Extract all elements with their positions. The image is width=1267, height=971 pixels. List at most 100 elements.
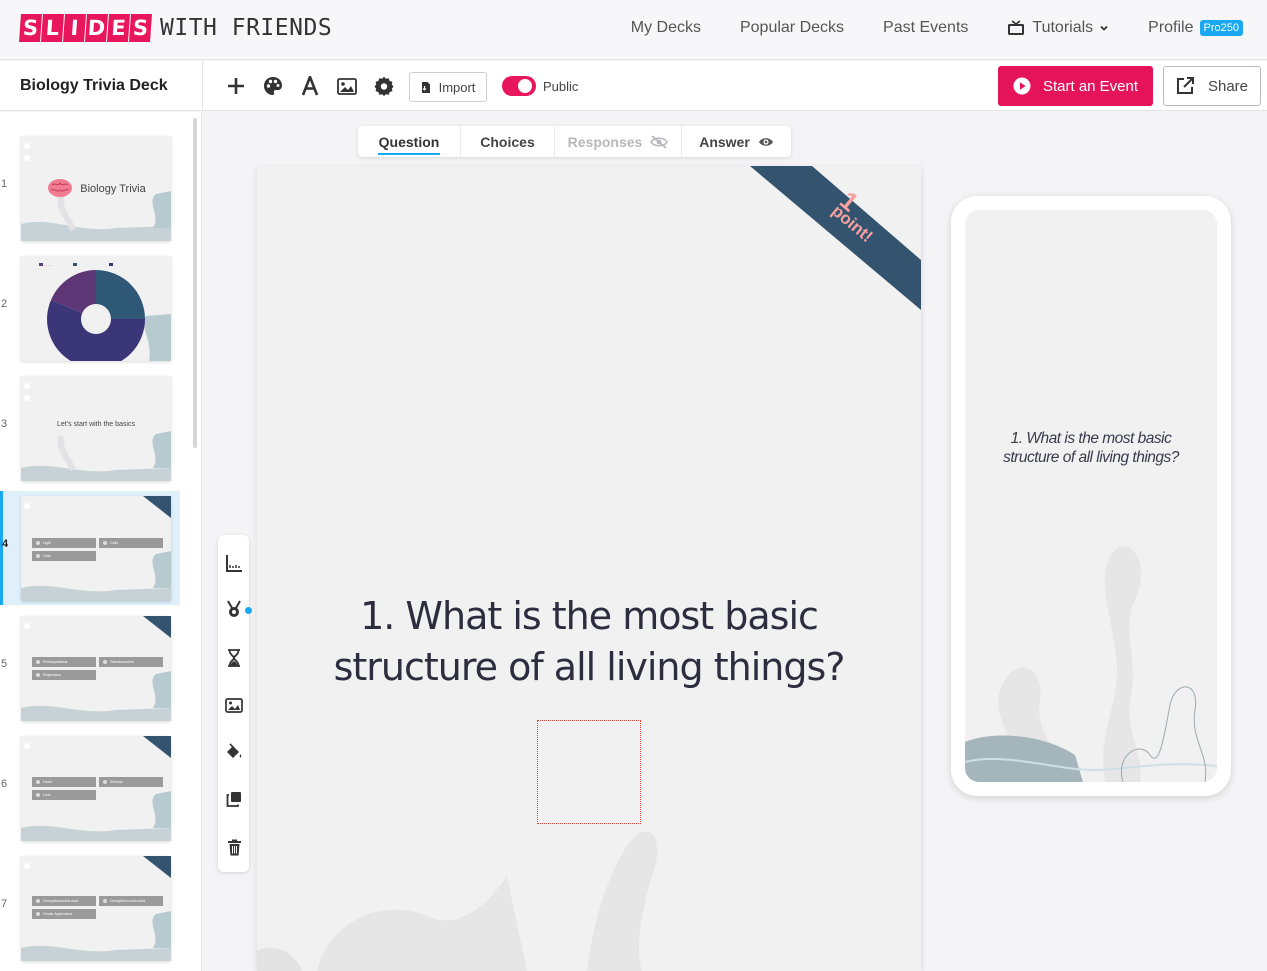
preview-question-text: 1. What is the most basic structure of a… [1003,430,1179,466]
slide-side-tools [218,535,249,872]
deck-title[interactable]: Biology Trivia Deck [20,77,168,95]
ruler-icon[interactable] [224,553,244,573]
choice-chip: Kidneys [99,777,163,787]
public-label: Public [543,79,579,94]
slide-canvas[interactable]: 1 point! 1. What is the most basic struc… [257,166,921,971]
slide-background-decoration [21,736,171,841]
tab-answer-label: Answer [699,133,750,150]
toolbar-divider [202,61,203,111]
choice-chip: Deoxyribonucleic Acid [32,896,96,906]
slide-thumbnail-1[interactable]: 1 Biology Trivia [0,131,180,243]
logo-letter: I [63,14,86,42]
slide-title: Let's start with the basics [57,421,135,428]
share-label: Share [1207,77,1249,95]
add-slide-icon[interactable] [224,74,248,98]
slide-thumbnail-4[interactable]: 4 Light Cells Cells [0,491,180,605]
notification-dot [245,607,252,614]
play-circle-icon [1013,77,1031,95]
slide-number: 3 [1,418,8,430]
tv-icon [1008,20,1025,35]
donut-chart [47,270,145,361]
paint-bucket-icon[interactable] [224,742,244,762]
share-button[interactable]: Share [1163,66,1261,106]
image-icon[interactable] [335,74,359,98]
question-text[interactable]: 1. What is the most basic structure of a… [297,591,881,693]
tab-answer[interactable]: Answer [682,126,791,157]
start-event-button[interactable]: Start an Event [998,66,1153,106]
slide-thumbnail-3[interactable]: 3 Let's start with the basics [0,371,180,483]
chevron-down-icon [1100,25,1108,31]
mobile-preview-screen: 1. What is the most basic structure of a… [965,210,1217,782]
slide-background-decoration [21,616,171,721]
nav-popular-decks[interactable]: Popular Decks [740,19,844,37]
image-drop-zone[interactable] [537,720,641,824]
slide-number: 2 [1,298,8,310]
choice-chip: Heart [32,777,96,787]
tab-responses-label: Responses [567,133,643,150]
mobile-preview: 1. What is the most basic structure of a… [951,196,1231,796]
medal-icon[interactable] [224,599,244,619]
choice-chip: Deoxyribonucleic Acid [99,896,163,906]
slide-thumbnail-7[interactable]: 7 Deoxyribonucleic Acid Deoxyribonucleic… [0,851,180,963]
pro-badge: Pro250 [1199,20,1243,36]
import-button[interactable]: Import [409,72,487,102]
slide-mode-tabs: Question Choices Responses Answer [358,126,791,157]
choice-chip: Cells [99,538,163,548]
slide-number: 7 [1,898,8,910]
hourglass-icon[interactable] [224,648,244,668]
choice-chip: Light [32,538,96,548]
logo-with-friends: WITH FRIENDS [160,15,333,41]
duplicate-icon[interactable] [224,789,244,809]
image-icon[interactable] [224,695,244,715]
slide-thumbnail-sidebar: 1 Biology Trivia 2 ........ 3 Let's star… [0,112,202,971]
nav-my-decks[interactable]: My Decks [631,19,701,37]
nav-profile[interactable]: Profile Pro250 [1148,19,1243,37]
slide-number: 6 [1,778,8,790]
choice-chip: Photosynthesis [32,657,96,667]
logo-letter: E [107,14,130,42]
nav-tutorials[interactable]: Tutorials [1007,19,1109,37]
slide-number: 1 [1,178,8,190]
tab-question-label: Question [378,133,440,150]
nav-tutorials-label: Tutorials [1032,19,1094,36]
slide-title: Biology Trivia [80,183,146,195]
sidebar-scrollbar[interactable] [193,118,197,448]
choice-chip: Respiration [32,670,96,680]
gear-icon[interactable] [372,74,396,98]
slide-preview: Heart Kidneys Liver [21,736,171,841]
eye-icon [758,137,773,146]
palette-icon[interactable] [261,74,285,98]
slide-preview: Photosynthesis Transformation Respiratio… [21,616,171,721]
trash-icon[interactable] [224,837,244,857]
slide-number: 4 [2,538,9,550]
tab-question[interactable]: Question [358,126,461,157]
nav-past-events[interactable]: Past Events [883,19,968,37]
text-font-icon[interactable] [298,74,322,98]
slide-preview: Biology Trivia [21,136,171,241]
slide-thumbnail-2[interactable]: 2 ........ [0,251,180,363]
nav-links: My Decks Popular Decks Past Events Tutor… [592,0,1243,56]
editor-toolbar: Biology Trivia Deck Import Public Start … [0,61,1267,111]
public-toggle-knob [518,79,532,93]
slide-preview: ........ [21,256,171,361]
logo-letter: S [19,14,42,42]
slide-thumbnail-5[interactable]: 5 Photosynthesis Transformation Respirat… [0,611,180,723]
tab-responses[interactable]: Responses [555,126,682,157]
slide-preview: Deoxyribonucleic Acid Deoxyribonucleic A… [21,856,171,961]
logo-letter: S [129,14,152,42]
import-label: Import [438,79,476,95]
external-link-icon [1176,77,1194,94]
points-ribbon [750,166,921,310]
eye-slash-icon [650,134,669,149]
svg-text:........: ........ [44,263,52,267]
tab-choices[interactable]: Choices [461,126,555,157]
slide-preview: Let's start with the basics [21,376,171,481]
slide-thumbnail-6[interactable]: 6 Heart Kidneys Liver [0,731,180,843]
slide-background-decoration [21,496,171,601]
choice-chip: Cells [32,551,96,561]
slides-with-friends-logo[interactable]: S L I D E S WITH FRIENDS [19,13,333,43]
active-tab-underline [378,153,440,155]
logo-letter: L [41,14,64,42]
nav-profile-label: Profile [1148,19,1194,36]
tab-choices-label: Choices [480,133,535,150]
